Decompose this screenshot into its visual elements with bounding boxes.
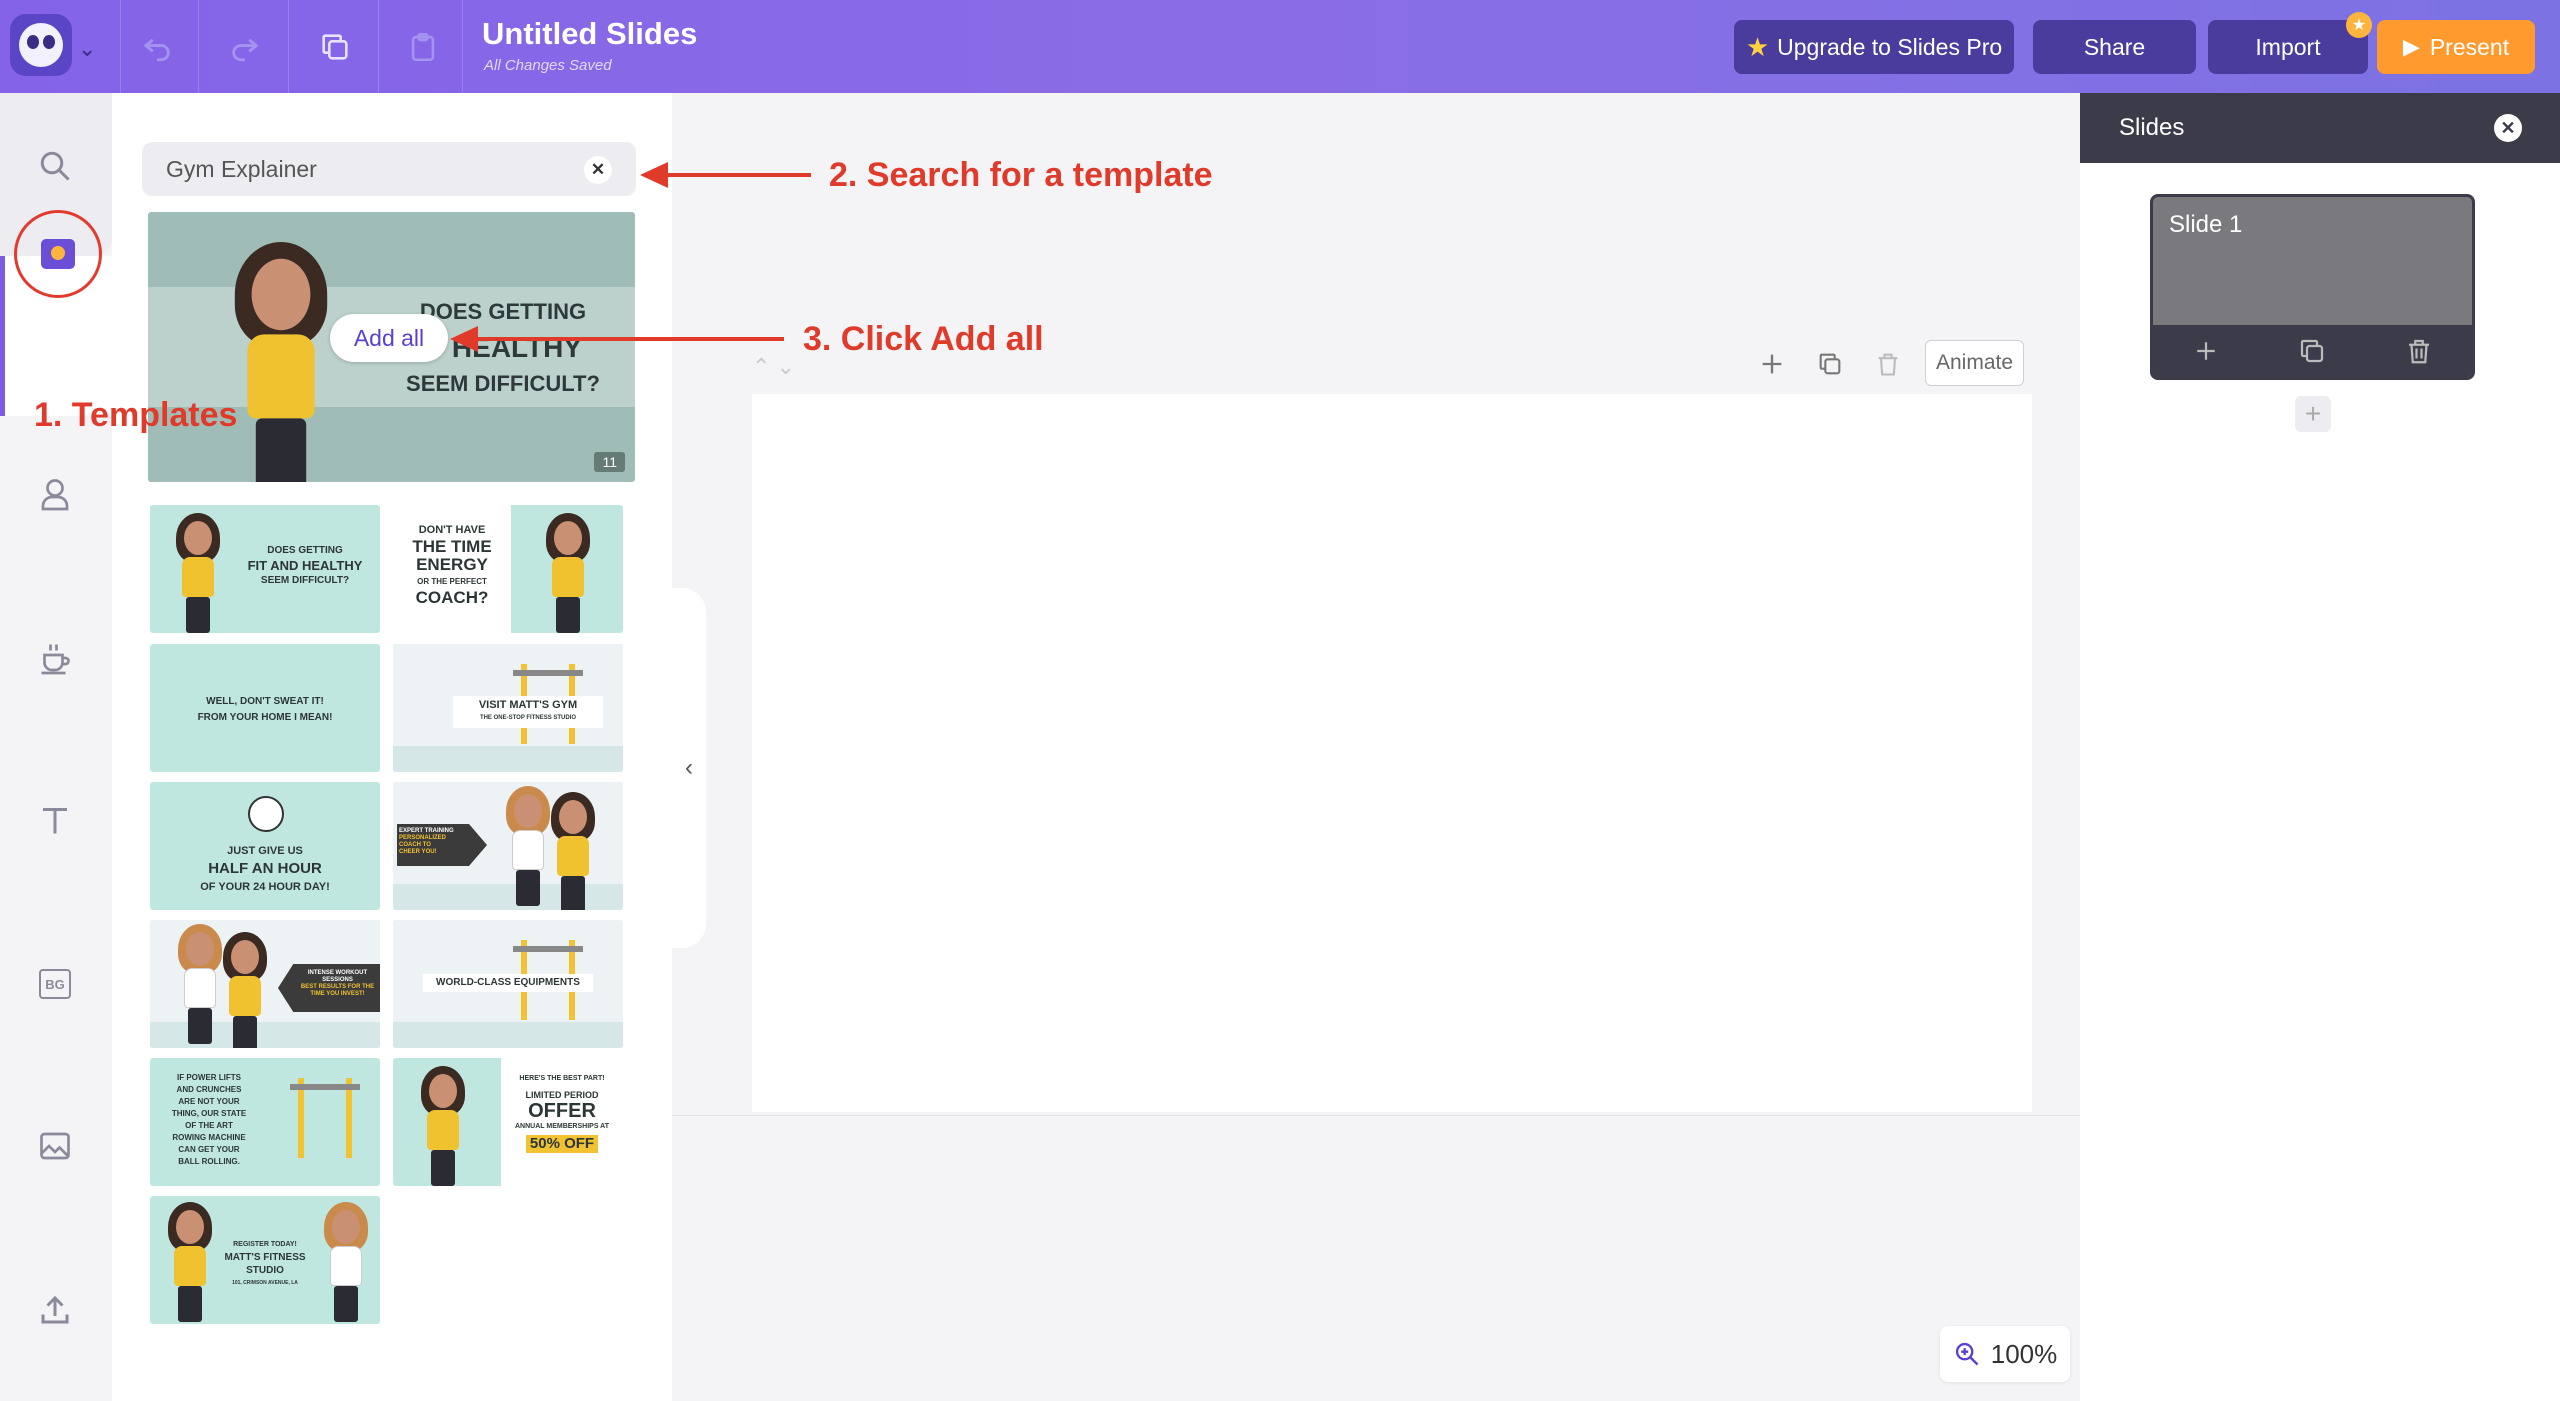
divider: [672, 1115, 2080, 1116]
chevron-down-icon[interactable]: ⌄: [78, 36, 96, 62]
zoom-control[interactable]: 100%: [1940, 1326, 2070, 1382]
props-icon[interactable]: [31, 634, 79, 682]
annotation-arrow: [664, 173, 811, 177]
annotation-arrow: [474, 337, 784, 341]
template-thumb[interactable]: HERE'S THE BEST PART! LIMITED PERIOD OFF…: [393, 1058, 623, 1186]
image-icon[interactable]: [31, 1122, 79, 1170]
template-thumb[interactable]: DOES GETTING FIT AND HEALTHY SEEM DIFFIC…: [150, 505, 380, 633]
annotation-step-3: 3. Click Add all: [803, 320, 1044, 358]
divider: [198, 0, 199, 93]
star-icon: ★: [1745, 31, 1770, 62]
delete-icon[interactable]: [2404, 336, 2434, 366]
template-search-input[interactable]: Gym Explainer: [142, 142, 636, 196]
save-status: All Changes Saved: [484, 57, 612, 74]
animate-button[interactable]: Animate: [1925, 340, 2024, 386]
add-icon[interactable]: [2191, 336, 2221, 366]
upload-icon[interactable]: [31, 1286, 79, 1334]
divider: [120, 0, 121, 93]
annotation-step-2: 2. Search for a template: [829, 156, 1213, 194]
background-icon[interactable]: BG: [31, 960, 79, 1008]
play-icon: ▶: [2402, 34, 2420, 59]
present-button[interactable]: ▶ Present: [2377, 20, 2535, 74]
zoom-icon: [1955, 1342, 1979, 1366]
collapse-panel-handle[interactable]: ‹: [672, 588, 706, 948]
search-icon[interactable]: [31, 142, 79, 190]
import-button[interactable]: Import: [2208, 20, 2368, 74]
redo-icon[interactable]: [220, 22, 270, 72]
share-button[interactable]: Share: [2033, 20, 2196, 74]
add-all-button[interactable]: Add all: [330, 314, 448, 362]
template-thumb[interactable]: REGISTER TODAY! MATT'S FITNESS STUDIO 10…: [150, 1196, 380, 1324]
close-icon[interactable]: ✕: [584, 156, 612, 184]
duplicate-icon[interactable]: [1812, 346, 1848, 382]
template-thumb[interactable]: EXPERT TRAINING PERSONALIZED COACH TO CH…: [393, 782, 623, 910]
clipboard-icon[interactable]: [398, 22, 448, 72]
top-bar: ⌄ Untitled Slides All Changes Saved ★ Up…: [0, 0, 2560, 93]
pro-star-badge-icon: ★: [2346, 12, 2372, 38]
divider: [462, 0, 463, 93]
logo-face: [19, 23, 63, 67]
clock-icon: [248, 796, 284, 832]
templates-icon[interactable]: [14, 210, 102, 298]
template-thumb[interactable]: INTENSE WORKOUT SESSIONS BEST RESULTS FO…: [150, 920, 380, 1048]
document-title[interactable]: Untitled Slides: [482, 16, 697, 52]
divider: [288, 0, 289, 93]
slide-count-badge: 11: [594, 452, 625, 472]
divider: [378, 0, 379, 93]
reorder-arrows-icon[interactable]: ⌃ ⌄: [752, 354, 795, 380]
delete-icon[interactable]: [1870, 346, 1906, 382]
template-thumb[interactable]: WORLD-CLASS EQUIPMENTS: [393, 920, 623, 1048]
template-thumb[interactable]: DON'T HAVE THE TIME ENERGY OR THE PERFEC…: [393, 505, 623, 633]
upgrade-button[interactable]: ★ Upgrade to Slides Pro: [1734, 20, 2014, 74]
undo-icon[interactable]: [132, 22, 182, 72]
duplicate-icon[interactable]: [310, 22, 360, 72]
slide-canvas[interactable]: [752, 394, 2032, 1112]
slide-thumbnail[interactable]: Slide 1: [2150, 194, 2475, 380]
close-icon[interactable]: ✕: [2494, 114, 2522, 142]
duplicate-icon[interactable]: [2297, 336, 2327, 366]
annotation-step-1: 1. Templates: [34, 396, 238, 434]
add-icon[interactable]: [1754, 346, 1790, 382]
add-slide-button[interactable]: +: [2295, 396, 2331, 432]
character-icon[interactable]: [31, 470, 79, 518]
template-thumb[interactable]: WELL, DON'T SWEAT IT! FROM YOUR HOME I M…: [150, 644, 380, 772]
app-logo[interactable]: [10, 14, 72, 76]
text-icon[interactable]: [31, 796, 79, 844]
slides-panel-title: Slides: [2119, 114, 2185, 141]
template-thumb[interactable]: VISIT MATT'S GYM THE ONE-STOP FITNESS ST…: [393, 644, 623, 772]
template-thumb[interactable]: IF POWER LIFTS AND CRUNCHES ARE NOT YOUR…: [150, 1058, 380, 1186]
woman-character: [218, 242, 344, 482]
template-thumb[interactable]: JUST GIVE US HALF AN HOUR OF YOUR 24 HOU…: [150, 782, 380, 910]
